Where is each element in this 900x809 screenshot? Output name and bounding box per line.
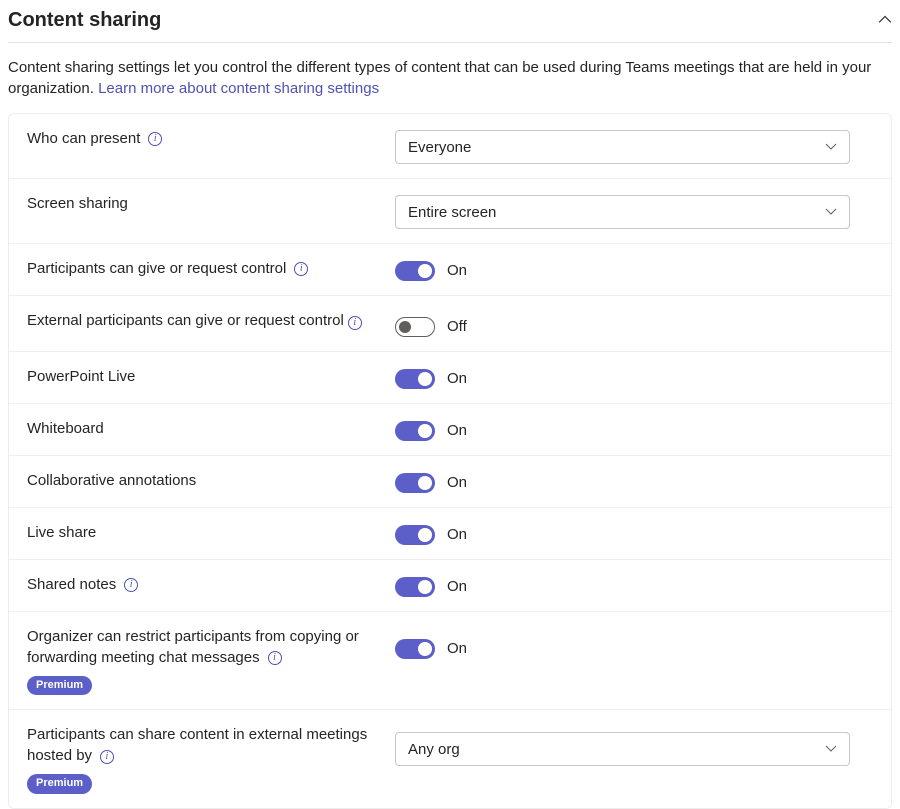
premium-badge: Premium bbox=[27, 676, 92, 695]
shared-notes-toggle[interactable] bbox=[395, 577, 435, 597]
learn-more-link[interactable]: Learn more about content sharing setting… bbox=[98, 80, 379, 97]
info-icon[interactable]: i bbox=[348, 316, 362, 330]
row-collaborative-annotations: Collaborative annotations On bbox=[9, 455, 891, 507]
setting-label: Live share bbox=[27, 524, 96, 541]
restrict-copy-toggle[interactable] bbox=[395, 639, 435, 659]
row-who-can-present: Who can present i Everyone bbox=[9, 114, 891, 178]
divider bbox=[8, 42, 892, 43]
row-whiteboard: Whiteboard On bbox=[9, 403, 891, 455]
select-value: Any org bbox=[408, 739, 460, 760]
toggle-state: On bbox=[447, 260, 467, 281]
screen-sharing-select[interactable]: Entire screen bbox=[395, 195, 850, 229]
collaborative-annotations-toggle[interactable] bbox=[395, 473, 435, 493]
row-restrict-copy-forward: Organizer can restrict participants from… bbox=[9, 611, 891, 709]
info-icon[interactable]: i bbox=[148, 132, 162, 146]
toggle-state: On bbox=[447, 638, 467, 659]
who-can-present-select[interactable]: Everyone bbox=[395, 130, 850, 164]
info-icon[interactable]: i bbox=[100, 750, 114, 764]
row-screen-sharing: Screen sharing Entire screen bbox=[9, 178, 891, 243]
setting-label: Collaborative annotations bbox=[27, 472, 196, 489]
setting-label: Shared notes bbox=[27, 576, 116, 593]
row-external-give-request-control: External participants can give or reques… bbox=[9, 295, 891, 351]
collapse-chevron-icon[interactable] bbox=[878, 13, 892, 27]
chevron-down-icon bbox=[825, 739, 837, 760]
setting-label: Participants can share content in extern… bbox=[27, 726, 367, 764]
toggle-state: On bbox=[447, 420, 467, 441]
chevron-down-icon bbox=[825, 137, 837, 158]
toggle-state: On bbox=[447, 472, 467, 493]
setting-label: Whiteboard bbox=[27, 420, 104, 437]
info-icon[interactable]: i bbox=[268, 651, 282, 665]
settings-card: Who can present i Everyone Screen sharin… bbox=[8, 113, 892, 809]
setting-label: External participants can give or reques… bbox=[27, 312, 344, 329]
row-live-share: Live share On bbox=[9, 507, 891, 559]
chevron-down-icon bbox=[825, 202, 837, 223]
setting-label: Participants can give or request control bbox=[27, 260, 286, 277]
section-description: Content sharing settings let you control… bbox=[8, 57, 892, 113]
setting-label: Who can present bbox=[27, 130, 140, 147]
row-shared-notes: Shared notes i On bbox=[9, 559, 891, 611]
give-request-toggle[interactable] bbox=[395, 261, 435, 281]
powerpoint-live-toggle[interactable] bbox=[395, 369, 435, 389]
section-title: Content sharing bbox=[8, 6, 161, 34]
live-share-toggle[interactable] bbox=[395, 525, 435, 545]
toggle-state: Off bbox=[447, 316, 467, 337]
setting-label: Screen sharing bbox=[27, 195, 128, 212]
external-give-request-toggle[interactable] bbox=[395, 317, 435, 337]
info-icon[interactable]: i bbox=[294, 262, 308, 276]
toggle-state: On bbox=[447, 524, 467, 545]
toggle-state: On bbox=[447, 576, 467, 597]
info-icon[interactable]: i bbox=[124, 578, 138, 592]
toggle-state: On bbox=[447, 368, 467, 389]
select-value: Everyone bbox=[408, 137, 471, 158]
row-give-request-control: Participants can give or request control… bbox=[9, 243, 891, 295]
share-external-select[interactable]: Any org bbox=[395, 732, 850, 766]
setting-label: Organizer can restrict participants from… bbox=[27, 628, 359, 666]
select-value: Entire screen bbox=[408, 202, 496, 223]
setting-label: PowerPoint Live bbox=[27, 368, 135, 385]
premium-badge: Premium bbox=[27, 774, 92, 793]
whiteboard-toggle[interactable] bbox=[395, 421, 435, 441]
row-powerpoint-live: PowerPoint Live On bbox=[9, 351, 891, 403]
row-share-external-meetings: Participants can share content in extern… bbox=[9, 709, 891, 807]
